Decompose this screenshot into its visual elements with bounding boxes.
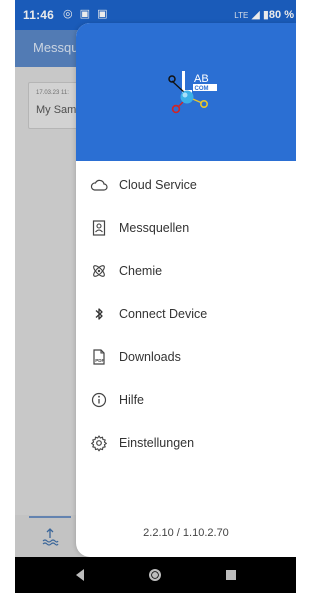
- pdf-file-icon: PDF: [93, 349, 105, 365]
- menu-item-chemie[interactable]: Chemie: [76, 253, 296, 289]
- menu-label: Einstellungen: [119, 436, 195, 450]
- menu-item-connect-device[interactable]: Connect Device: [76, 296, 296, 332]
- home-icon[interactable]: [135, 557, 175, 593]
- menu-item-cloud-service[interactable]: Cloud Service: [76, 167, 296, 203]
- menu-label: Messquellen: [119, 221, 190, 235]
- menu-label: Cloud Service: [119, 178, 197, 192]
- menu-label: Connect Device: [119, 307, 208, 321]
- cloud-icon: [90, 179, 108, 191]
- atom-icon: [93, 265, 105, 277]
- device-icon: [92, 220, 106, 236]
- bluetooth-icon: [95, 308, 103, 320]
- svg-text:COM: COM: [195, 86, 209, 92]
- labcom-logo: AB COM: [168, 71, 217, 114]
- recent-apps-icon[interactable]: [211, 557, 251, 593]
- menu-item-downloads[interactable]: PDF Downloads: [76, 339, 296, 375]
- menu-item-hilfe[interactable]: Hilfe: [76, 382, 296, 418]
- menu-label: Chemie: [119, 264, 163, 278]
- app-version: 2.2.10 / 1.10.2.70: [143, 527, 229, 539]
- navigation-drawer: AB COM Cloud Service Messquellen Chemie …: [76, 23, 296, 557]
- menu-item-messquellen[interactable]: Messquellen: [76, 210, 296, 246]
- drawer-header: AB COM: [76, 23, 296, 161]
- menu-label: Downloads: [119, 350, 181, 364]
- gear-icon: [91, 435, 107, 452]
- menu-label: Hilfe: [119, 393, 145, 407]
- back-icon[interactable]: [60, 557, 100, 593]
- info-icon: [91, 392, 107, 408]
- svg-text:PDF: PDF: [95, 358, 104, 363]
- phone-screen: 11:46 ◎ ▣ ▣ LTE ◢ ▮80 % Messquellen 17.03…: [15, 0, 296, 593]
- svg-text:AB: AB: [194, 73, 209, 85]
- menu-item-einstellungen[interactable]: Einstellungen: [76, 425, 296, 461]
- system-nav-bar: [15, 557, 296, 593]
